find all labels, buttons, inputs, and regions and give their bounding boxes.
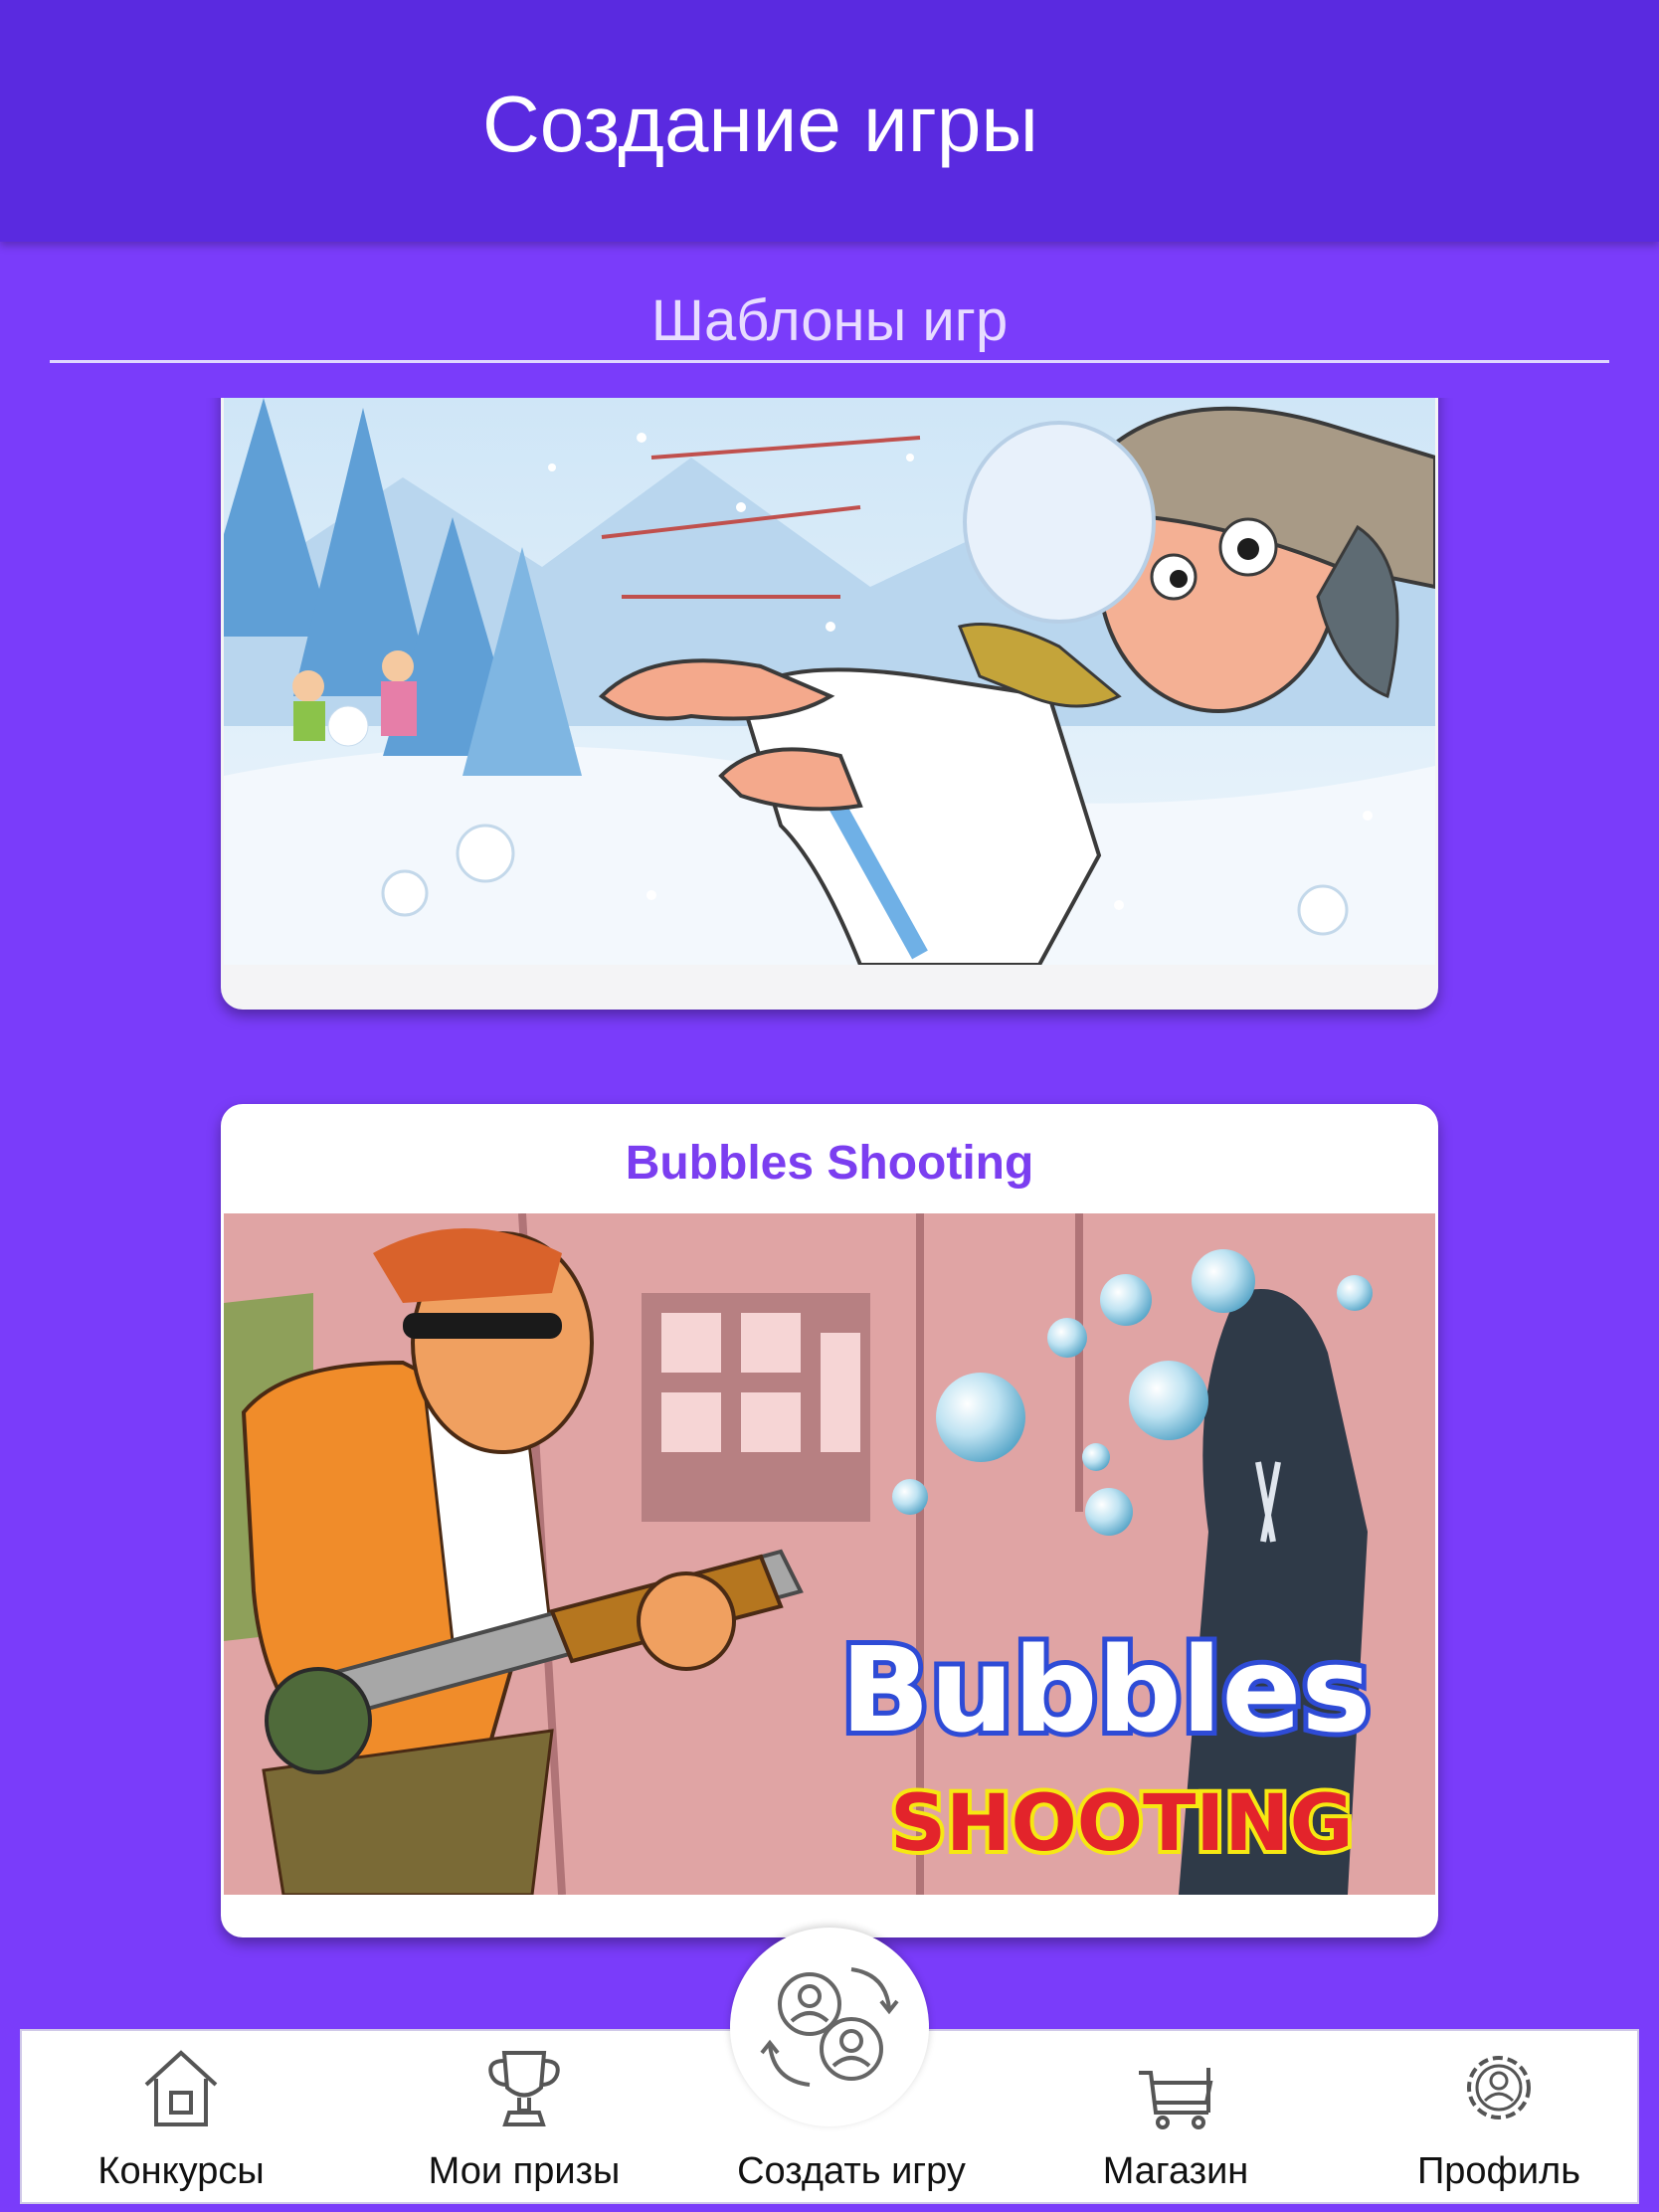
trophy-icon <box>488 2051 560 2126</box>
nav-label-my-prizes: Мои призы <box>428 2150 621 2192</box>
create-game-button[interactable] <box>730 1928 929 2126</box>
template-image-snowball <box>224 398 1435 965</box>
home-icon <box>144 2050 218 2126</box>
nav-label-create-game: Создать игру <box>737 2150 966 2192</box>
nav-label-profile: Профиль <box>1416 2150 1581 2192</box>
nav-profile[interactable]: Профиль <box>1340 2031 1658 2206</box>
cart-icon <box>1139 2068 1213 2129</box>
profile-gear-icon <box>1467 2056 1531 2120</box>
logo-bubbles-text: Bubbles <box>840 1621 1372 1758</box>
template-list[interactable]: Bubbles Shooting Bubbles SHOOTING <box>0 398 1659 2029</box>
template-title: Bubbles Shooting <box>625 1137 1034 1190</box>
nav-label-contests: Конкурсы <box>97 2150 265 2192</box>
template-card-snowball[interactable] <box>221 398 1438 1010</box>
template-image-bubbles-shooting: Bubbles SHOOTING <box>224 1213 1435 1895</box>
section-title: Шаблоны игр <box>650 288 1009 353</box>
logo-shooting-text: SHOOTING <box>890 1779 1354 1869</box>
app-header: Создание игры <box>0 0 1659 242</box>
nav-label-shop: Магазин <box>1102 2150 1249 2192</box>
nav-shop[interactable]: Магазин <box>1016 2031 1335 2206</box>
template-card-bubbles-shooting[interactable]: Bubbles Shooting Bubbles SHOOTING <box>221 1104 1438 1937</box>
section-divider <box>50 360 1609 363</box>
page-title: Создание игры <box>482 80 1038 168</box>
nav-contests[interactable]: Конкурсы <box>22 2031 340 2206</box>
create-game-icon <box>760 1967 899 2087</box>
nav-my-prizes[interactable]: Мои призы <box>365 2031 683 2206</box>
